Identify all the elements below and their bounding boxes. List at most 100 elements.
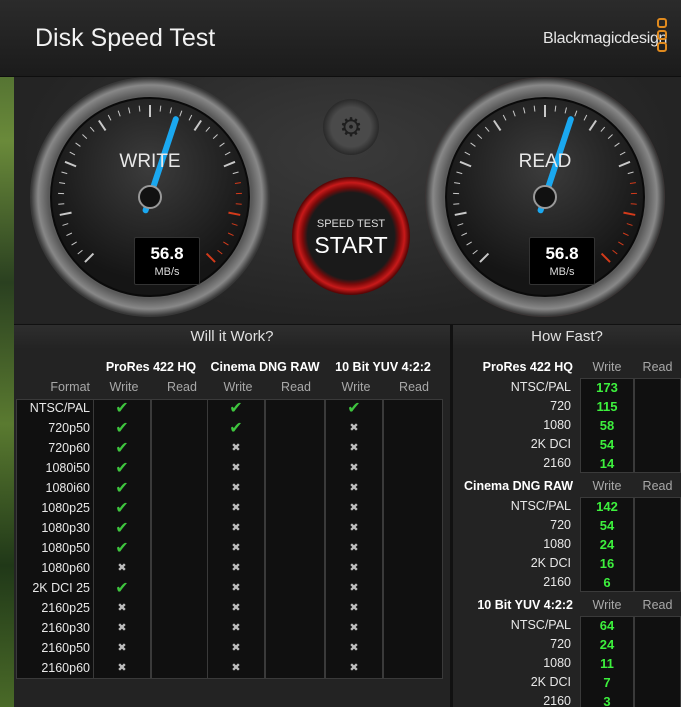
gauge-tick (626, 223, 633, 226)
codec-header: Cinema DNG RAW (210, 360, 320, 374)
gauge-tick (71, 241, 77, 246)
format-row-label: 1080p60 (41, 561, 90, 575)
check-icon: ✔ (115, 440, 129, 457)
cross-icon: ✖ (231, 602, 241, 614)
resolution-label: 1080 (543, 537, 571, 551)
format-row-label: 2160p50 (41, 641, 90, 655)
gauge-tick (227, 232, 234, 236)
gauge-tick (217, 249, 223, 255)
read-gauge-label: READ (518, 151, 572, 172)
read-speed-number (634, 516, 681, 535)
read-speed-number (634, 554, 681, 573)
write-speed-number: 24 (599, 537, 615, 552)
write-speed-number: 54 (599, 437, 615, 452)
resolution-label: 2K DCI (530, 556, 571, 570)
write-column-header: Write (223, 380, 253, 394)
resolution-label: 2160 (543, 456, 571, 470)
write-speed-number: 14 (599, 456, 615, 471)
gauge-tick (600, 126, 606, 132)
gauge-tick (179, 110, 183, 117)
brand-name: Blackmagicdesign (543, 30, 668, 47)
cross-icon: ✖ (231, 582, 241, 594)
gauge-tick (564, 107, 567, 114)
gauge-tick (219, 142, 225, 147)
read-speed-number (634, 435, 681, 454)
gauge-tick (454, 182, 461, 185)
write-speed-number: 142 (596, 499, 618, 514)
cross-icon: ✖ (349, 582, 359, 594)
gauge-tick (59, 211, 72, 216)
write-column-header: Write (341, 380, 371, 394)
cross-icon: ✖ (349, 422, 359, 434)
codec-header: ProRes 422 HQ (105, 360, 197, 374)
gauge-tick (193, 119, 202, 132)
cross-icon: ✖ (349, 542, 359, 554)
write-speed-number: 3 (603, 694, 611, 707)
read-speed-number (634, 416, 681, 435)
app-window: Disk Speed Test Blackmagicdesign WRITE 5… (0, 0, 681, 707)
settings-button[interactable]: ⚙ (323, 99, 379, 155)
gauge-tick (461, 232, 468, 236)
gauge-tick (89, 126, 95, 132)
gauge-tick (128, 107, 131, 114)
gauge-tick (138, 105, 141, 112)
gauge-tick (512, 110, 516, 117)
read-column (151, 399, 211, 679)
read-speed-number (634, 654, 681, 673)
cross-icon: ✖ (231, 542, 241, 554)
gauge-tick (212, 134, 218, 139)
check-icon: ✔ (115, 460, 129, 477)
codec-group-header: ProRes 422 HQ (482, 360, 573, 374)
codec-header: 10 Bit YUV 4:2:2 (335, 360, 431, 374)
read-speed-number (634, 378, 681, 397)
cross-icon: ✖ (349, 522, 359, 534)
cross-icon: ✖ (349, 462, 359, 474)
format-row-label: 720p60 (48, 441, 90, 455)
gauge-tick (623, 211, 636, 216)
format-row-label: 2K DCI 25 (32, 581, 90, 595)
read-gauge: READ 56.8 MB/s (425, 77, 665, 317)
write-speed-number: 115 (596, 399, 618, 414)
format-row-label: NTSC/PAL (29, 401, 90, 415)
read-speed-number (634, 616, 681, 635)
write-speed-number: 24 (599, 637, 615, 652)
read-speed-number (634, 635, 681, 654)
gauge-tick (223, 241, 229, 246)
format-row-label: 1080i60 (45, 481, 91, 495)
resolution-label: NTSC/PAL (510, 618, 571, 632)
resolution-label: 2K DCI (530, 675, 571, 689)
write-speed-number: 58 (599, 418, 615, 433)
write-speed-value: 56.8 (150, 244, 184, 263)
gauge-tick (600, 252, 611, 263)
cross-icon: ✖ (349, 442, 359, 454)
will-it-work-header: Will it Work? (14, 324, 450, 349)
check-icon: ✔ (115, 540, 129, 557)
cross-icon: ✖ (231, 462, 241, 474)
cross-icon: ✖ (231, 642, 241, 654)
start-button[interactable]: SPEED TEST START (292, 177, 410, 295)
will-it-work-title: Will it Work? (190, 328, 274, 345)
read-speed-value: 56.8 (545, 244, 579, 263)
gauge-tick (228, 211, 241, 216)
format-row-label: 2160p30 (41, 621, 90, 635)
gauge-tick (75, 142, 81, 147)
check-icon: ✔ (347, 400, 361, 417)
gauge-tick (622, 232, 629, 236)
gauge-tick (205, 252, 216, 263)
codec-group-header: 10 Bit YUV 4:2:2 (477, 598, 573, 612)
cross-icon: ✖ (231, 522, 241, 534)
format-row-label: 2160p25 (41, 601, 90, 615)
read-speed-number (634, 535, 681, 554)
write-column-header: Write (592, 360, 622, 374)
resolution-label: NTSC/PAL (510, 499, 571, 513)
gauge-tick (614, 142, 620, 147)
read-column-header: Read (167, 380, 197, 394)
write-speed-number: 6 (603, 575, 611, 590)
gauge-tick (502, 114, 507, 121)
header-bar: Disk Speed Test Blackmagicdesign (0, 0, 681, 77)
cross-icon: ✖ (231, 622, 241, 634)
read-speed-number (634, 673, 681, 692)
write-column-header: Write (109, 380, 139, 394)
cross-icon: ✖ (117, 642, 127, 654)
brand-logo-icon (657, 18, 669, 54)
